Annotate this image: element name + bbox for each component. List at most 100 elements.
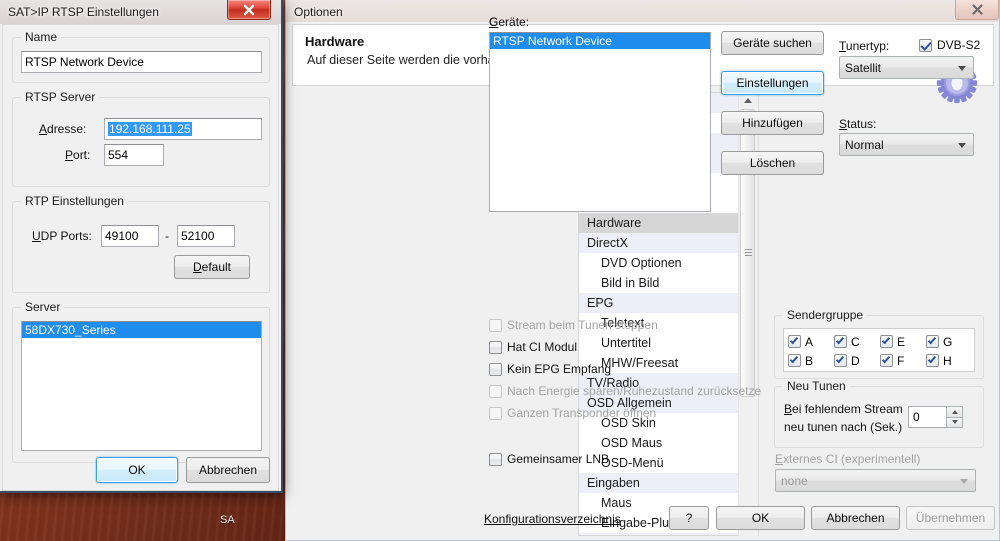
status-value: Normal xyxy=(845,137,884,152)
sendergruppe-checkbox-E[interactable]: E xyxy=(880,332,926,351)
sendergruppe-checkbox-G[interactable]: G xyxy=(926,332,972,351)
device-list-item[interactable]: RTSP Network Device xyxy=(490,33,710,49)
rtsp-cancel-button[interactable]: Abbrechen xyxy=(186,457,270,483)
ok-button[interactable]: OK xyxy=(716,506,805,530)
check-icon xyxy=(789,354,799,364)
tunertyp-label: Tunertyp: xyxy=(839,39,890,53)
device-settings-button[interactable]: Einstellungen xyxy=(721,71,824,95)
sendergruppe-checkbox-B[interactable]: B xyxy=(788,351,834,370)
status-label: Status: xyxy=(839,117,877,131)
dvbs2-checkbox[interactable]: DVB-S2 xyxy=(919,38,980,52)
sendergruppe-checkbox-A[interactable]: A xyxy=(788,332,834,351)
port-input[interactable]: 554 xyxy=(104,144,164,166)
header-title: Hardware xyxy=(305,34,365,49)
check-icon xyxy=(927,335,937,345)
address-value: 192.168.111.25 xyxy=(108,122,192,136)
help-button[interactable]: ? xyxy=(669,506,709,530)
rtsp-client-area: Name RTSP Network Device RTSP Server Adr… xyxy=(2,24,279,491)
rtsp-titlebar: SAT>IP RTSP Einstellungen xyxy=(0,0,281,24)
devices-listbox[interactable]: RTSP Network Device xyxy=(489,32,711,212)
sendergruppe-label: H xyxy=(943,353,952,368)
tree-item-bilder[interactable]: Bilder xyxy=(579,533,753,535)
checkbox-box-icon xyxy=(489,406,502,420)
external-ci-label-rest: xternes CI (experimentell) xyxy=(783,452,921,466)
device-option-label: Nach Energie sparen/Ruhezustand zurückse… xyxy=(507,384,762,398)
device-option-checkbox-2[interactable]: Kein EPG Empfang xyxy=(489,362,611,376)
tree-item-dvd-optionen[interactable]: DVD Optionen xyxy=(579,253,753,273)
server-group-title: Server xyxy=(21,300,65,314)
neu-tunen-spinner[interactable]: 0 xyxy=(908,406,963,428)
tree-item-bild-in-bild[interactable]: Bild in Bild xyxy=(579,273,753,293)
options-window: Optionen Hardware Auf dieser Seite werde… xyxy=(285,0,1000,541)
status-combo[interactable]: Normal xyxy=(839,133,974,156)
config-directory-link[interactable]: Konfigurationsverzeichnis xyxy=(484,512,621,526)
sendergruppe-checkbox-H[interactable]: H xyxy=(926,351,972,370)
checkbox-box-icon xyxy=(489,318,502,332)
neu-tunen-line1: Bei fehlendem Stream xyxy=(784,402,903,416)
server-group: Server 58DX730_Series xyxy=(12,300,270,463)
server-list-item[interactable]: 58DX730_Series xyxy=(22,322,261,338)
add-device-button[interactable]: Hinzufügen xyxy=(721,111,824,135)
udp-port-to-input[interactable]: 52100 xyxy=(177,225,235,247)
tree-item-hardware[interactable]: Hardware xyxy=(579,213,753,233)
tree-item-epg[interactable]: EPG xyxy=(579,293,753,313)
name-input[interactable]: RTSP Network Device xyxy=(21,51,262,73)
checkbox-box-icon xyxy=(926,354,939,367)
shared-lnb-checkbox[interactable]: Gemeinsamer LNB xyxy=(489,452,609,466)
options-close-button[interactable] xyxy=(955,0,999,20)
tree-item-eingaben[interactable]: Eingaben xyxy=(579,473,753,493)
default-button-rest: efault xyxy=(201,260,232,274)
tree-item-directx[interactable]: DirectX xyxy=(579,233,753,253)
device-option-checkbox-0: Stream beim Tunen stoppen xyxy=(489,318,658,332)
tree-item-osd-maus[interactable]: OSD Maus xyxy=(579,433,753,453)
sendergruppe-checkbox-grid: A C E G B D F H xyxy=(788,332,972,370)
rtp-group: RTP Einstellungen UDP Ports: 49100 - 521… xyxy=(12,194,270,293)
tree-item-label: Hardware xyxy=(587,216,642,230)
shared-lnb-label: Gemeinsamer LNB xyxy=(507,452,610,466)
spinner-up-button[interactable] xyxy=(946,406,963,417)
udp-port-from-input[interactable]: 49100 xyxy=(101,225,159,247)
sendergruppe-title: Sendergruppe xyxy=(783,308,868,322)
tree-item-untertitel[interactable]: Untertitel xyxy=(579,333,753,353)
external-ci-combo[interactable]: none xyxy=(775,469,976,492)
address-input[interactable]: 192.168.111.25 xyxy=(104,118,262,140)
checkbox-box-icon xyxy=(880,354,893,367)
close-icon xyxy=(243,4,255,15)
neu-tunen-value[interactable]: 0 xyxy=(908,406,946,428)
device-option-checkbox-3: Nach Energie sparen/Ruhezustand zurückse… xyxy=(489,384,761,398)
check-icon xyxy=(881,335,891,345)
tree-item-label: DirectX xyxy=(587,236,628,250)
rtsp-close-button[interactable] xyxy=(227,0,271,20)
sendergruppe-label: D xyxy=(851,353,860,368)
tree-item-label: MHW/Freesat xyxy=(601,356,679,370)
spinner-down-button[interactable] xyxy=(946,416,963,428)
chevron-down-icon xyxy=(958,65,966,71)
tree-item-label: Maus xyxy=(601,496,632,510)
options-titlebar: Optionen xyxy=(286,0,999,22)
name-group-title: Name xyxy=(21,30,62,44)
sendergruppe-checkbox-F[interactable]: F xyxy=(880,351,926,370)
sendergruppe-checkbox-C[interactable]: C xyxy=(834,332,880,351)
checkbox-box-icon xyxy=(926,335,939,348)
options-title: Optionen xyxy=(294,5,343,19)
device-option-checkbox-1[interactable]: Hat CI Modul xyxy=(489,340,577,354)
sendergruppe-panel: A C E G B D F H xyxy=(783,328,975,372)
search-devices-button[interactable]: Geräte suchen xyxy=(721,31,824,55)
delete-device-button[interactable]: Löschen xyxy=(721,151,824,175)
udp-ports-label: UDP Ports: xyxy=(32,229,92,243)
server-listbox[interactable]: 58DX730_Series xyxy=(21,321,262,451)
address-label: Adresse: xyxy=(39,122,87,136)
sendergruppe-label: G xyxy=(943,334,953,349)
apply-button[interactable]: Übernehmen xyxy=(906,506,995,530)
checkbox-box-icon xyxy=(834,354,847,367)
check-icon xyxy=(835,354,845,364)
device-option-label: Ganzen Transponder öffnen xyxy=(507,406,657,420)
checkbox-box-icon xyxy=(489,452,502,466)
tree-item-label: Untertitel xyxy=(601,336,652,350)
tunertyp-combo[interactable]: Satellit xyxy=(839,56,974,79)
sendergruppe-checkbox-D[interactable]: D xyxy=(834,351,880,370)
rtsp-ok-button[interactable]: OK xyxy=(96,457,178,483)
cancel-button[interactable]: Abbrechen xyxy=(811,506,900,530)
default-button[interactable]: Default xyxy=(174,255,250,279)
sendergruppe-group: Sendergruppe A C E G B D F H xyxy=(774,308,984,379)
